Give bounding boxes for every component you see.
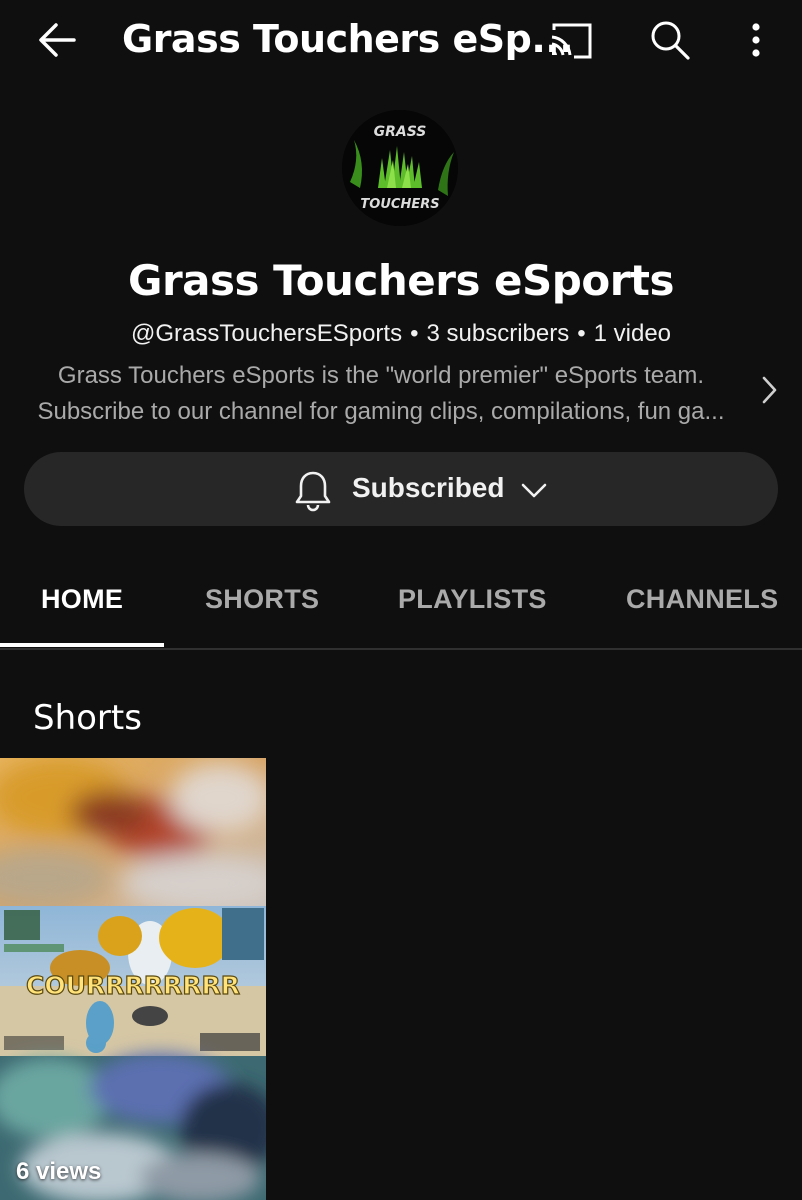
subscribed-label: Subscribed (352, 472, 505, 503)
channel-handle: @GrassTouchersESports (130, 320, 403, 347)
chevron-right-icon (762, 376, 777, 404)
bell-icon (295, 471, 331, 512)
grass-touchers-logo: GRASS TOUCHERS (342, 110, 458, 226)
top-app-bar: Grass Touchers eSp... (0, 0, 802, 80)
svg-text:GRASS: GRASS (374, 124, 427, 140)
short-view-count: 6 views (16, 1158, 102, 1185)
shorts-section-title: Shorts (33, 698, 142, 738)
description-line-1: Grass Touchers eSports is the "world pre… (57, 362, 705, 389)
channel-description[interactable]: Grass Touchers eSports is the "world pre… (20, 358, 742, 430)
subscriber-count: 3 subscribers (426, 320, 570, 347)
subscribed-button[interactable]: Subscribed (24, 452, 778, 526)
active-tab-indicator (0, 643, 164, 647)
more-options-button[interactable] (730, 14, 782, 66)
channel-avatar[interactable]: GRASS TOUCHERS (342, 110, 458, 226)
svg-text:TOUCHERS: TOUCHERS (360, 197, 439, 212)
arrow-left-icon (39, 23, 76, 57)
description-expand-button[interactable] (754, 372, 784, 408)
tab-shorts[interactable]: SHORTS (205, 584, 319, 615)
more-vertical-icon (752, 23, 760, 57)
cast-button[interactable] (544, 14, 596, 66)
separator-dot: • (577, 320, 586, 347)
back-button[interactable] (30, 14, 86, 66)
channel-name: Grass Touchers eSports (127, 256, 675, 305)
video-count: 1 video (593, 320, 672, 347)
cast-icon (551, 23, 592, 59)
short-thumbnail-image: COURRRRRRRR (0, 758, 266, 1200)
description-line-2: Subscribe to our channel for gaming clip… (37, 398, 725, 425)
separator-dot: • (410, 320, 419, 347)
channel-meta: @GrassTouchersESports • 3 subscribers • 1 vi… (0, 320, 802, 348)
tab-playlists[interactable]: PLAYLISTS (398, 584, 547, 615)
tab-channels[interactable]: CHANNELS (626, 584, 778, 615)
channel-tabs: HOME SHORTS PLAYLISTS CHANNELS (0, 560, 802, 650)
page-title: Grass Touchers eSp... (122, 17, 574, 61)
tab-home[interactable]: HOME (41, 584, 123, 615)
short-video-thumbnail[interactable]: COURRRRRRRR 6 views (0, 758, 266, 1200)
search-button[interactable] (644, 14, 696, 66)
search-icon (651, 21, 690, 60)
chevron-down-icon (521, 483, 547, 498)
svg-text:COURRRRRRRR: COURRRRRRRR (26, 971, 240, 1000)
